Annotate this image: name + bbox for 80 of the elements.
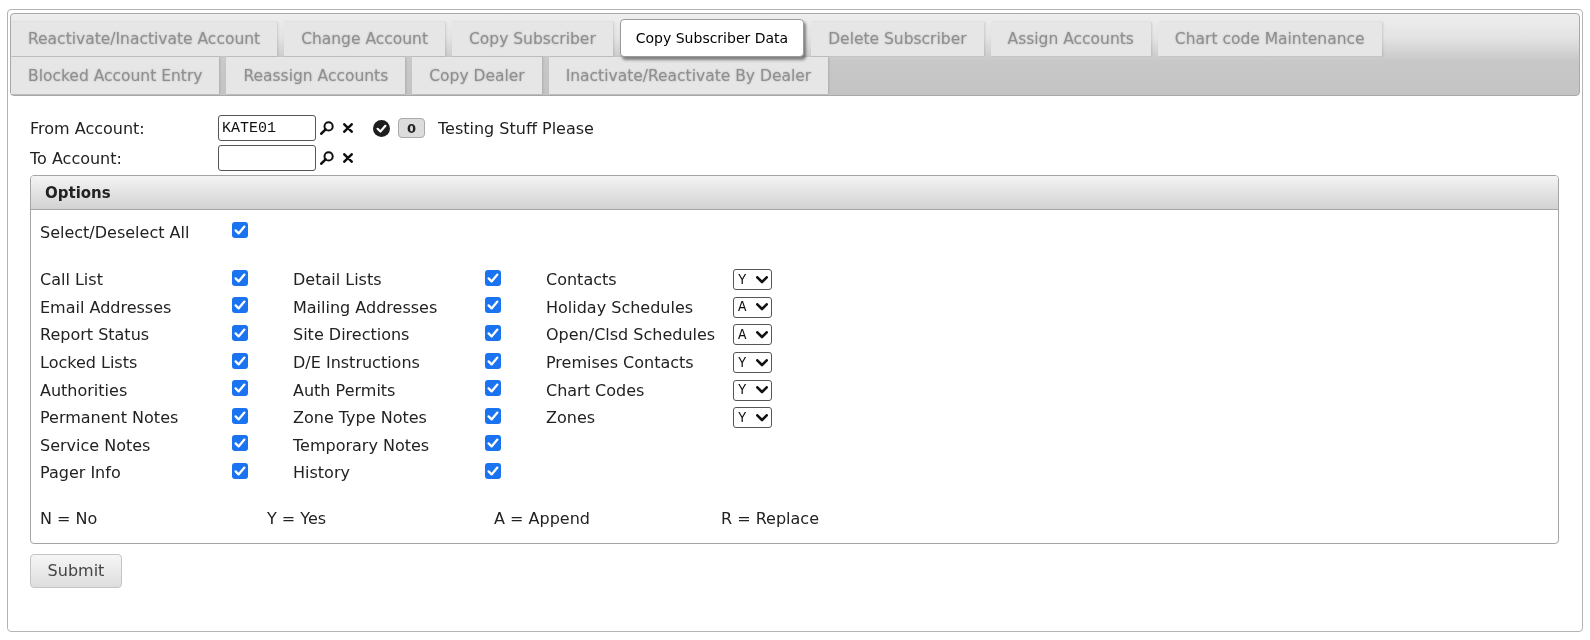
dropdown[interactable]: Y — [733, 352, 772, 374]
option-label: Zones — [546, 408, 597, 428]
account-description: Testing Stuff Please — [438, 118, 594, 138]
checkbox[interactable] — [232, 380, 248, 397]
chevron-icon — [756, 358, 768, 367]
option-label: Auth Permits — [293, 380, 397, 400]
option-label: Pager Info — [40, 463, 122, 483]
option-label: Temporary Notes — [293, 435, 431, 455]
search-icon[interactable] — [320, 151, 334, 165]
search-icon[interactable] — [320, 121, 334, 135]
legend-text: N = No — [40, 509, 99, 529]
option-label: Premises Contacts — [546, 353, 695, 373]
tab[interactable]: Assign Accounts — [990, 22, 1151, 56]
tab[interactable]: Reassign Accounts — [226, 57, 406, 94]
option-label: Detail Lists — [293, 270, 383, 290]
checkbox[interactable] — [485, 462, 501, 479]
option-label: Chart Codes — [546, 380, 646, 400]
option-label: Zone Type Notes — [293, 408, 428, 428]
dropdown[interactable]: A — [733, 296, 772, 318]
checkbox[interactable] — [232, 435, 248, 452]
tab[interactable]: Inactivate/Reactivate By Dealer — [548, 57, 829, 94]
option-label: Holiday Schedules — [546, 297, 695, 317]
panel-title: Options — [31, 176, 1558, 210]
option-label: History — [293, 463, 351, 483]
option-label: Select/Deselect All — [40, 222, 191, 242]
option-label: Open/Clsd Schedules — [546, 325, 717, 345]
checkbox[interactable] — [232, 325, 248, 341]
tab[interactable]: Delete Subscriber — [811, 22, 984, 56]
option-label: D/E Instructions — [293, 353, 421, 373]
dropdown[interactable]: Y — [733, 379, 772, 401]
chevron-icon — [756, 331, 768, 339]
tab[interactable]: Copy Subscriber Data — [619, 19, 805, 57]
tab[interactable]: Change Account — [284, 22, 445, 56]
option-label: Permanent Notes — [40, 408, 180, 428]
checkbox[interactable] — [232, 222, 248, 238]
option-label: Report Status — [40, 325, 151, 345]
checkbox[interactable] — [485, 407, 501, 424]
dropdown[interactable]: Y — [733, 407, 772, 429]
tab[interactable]: Chart code Maintenance — [1157, 22, 1382, 56]
dropdown[interactable]: A — [733, 324, 772, 346]
checkbox[interactable] — [485, 297, 501, 314]
close-icon[interactable] — [343, 153, 353, 163]
checkbox[interactable] — [232, 352, 248, 369]
field-label: To Account: — [30, 148, 123, 168]
checkbox[interactable] — [232, 297, 248, 314]
option-label: Site Directions — [293, 325, 411, 345]
option-label: Contacts — [546, 270, 618, 290]
checkbox[interactable] — [485, 352, 501, 369]
tab[interactable]: Copy Dealer — [412, 57, 542, 94]
option-label: Locked Lists — [40, 353, 139, 373]
close-icon[interactable] — [343, 123, 353, 133]
legend-text: R = Replace — [721, 509, 820, 529]
legend-text: Y = Yes — [267, 509, 328, 529]
checkbox[interactable] — [485, 435, 501, 452]
checkbox[interactable] — [485, 269, 501, 286]
option-label: Service Notes — [40, 435, 152, 455]
option-label: Authorities — [40, 380, 129, 400]
checkbox[interactable] — [485, 380, 501, 397]
option-label: Mailing Addresses — [293, 297, 439, 317]
chevron-icon — [756, 413, 768, 422]
option-label: Call List — [40, 270, 104, 290]
checkbox[interactable] — [232, 407, 248, 424]
tab[interactable]: Copy Subscriber — [452, 22, 613, 56]
legend-text: A = Append — [494, 509, 591, 529]
input-field[interactable]: KATE01 — [218, 115, 316, 141]
check-circle-icon — [373, 119, 390, 137]
submit-button[interactable]: Submit — [30, 553, 122, 588]
chevron-icon — [756, 275, 768, 284]
input-field[interactable] — [218, 145, 316, 171]
count-badge: 0 — [398, 118, 425, 138]
tab[interactable]: Blocked Account Entry — [11, 57, 220, 94]
checkbox[interactable] — [485, 325, 501, 341]
tab[interactable]: Reactivate/Inactivate Account — [11, 22, 278, 56]
chevron-icon — [756, 303, 768, 312]
checkbox[interactable] — [232, 269, 248, 286]
checkbox[interactable] — [232, 462, 248, 479]
option-label: Email Addresses — [40, 297, 173, 317]
field-label: From Account: — [30, 118, 146, 138]
chevron-icon — [756, 386, 768, 395]
dropdown[interactable]: Y — [733, 269, 772, 291]
